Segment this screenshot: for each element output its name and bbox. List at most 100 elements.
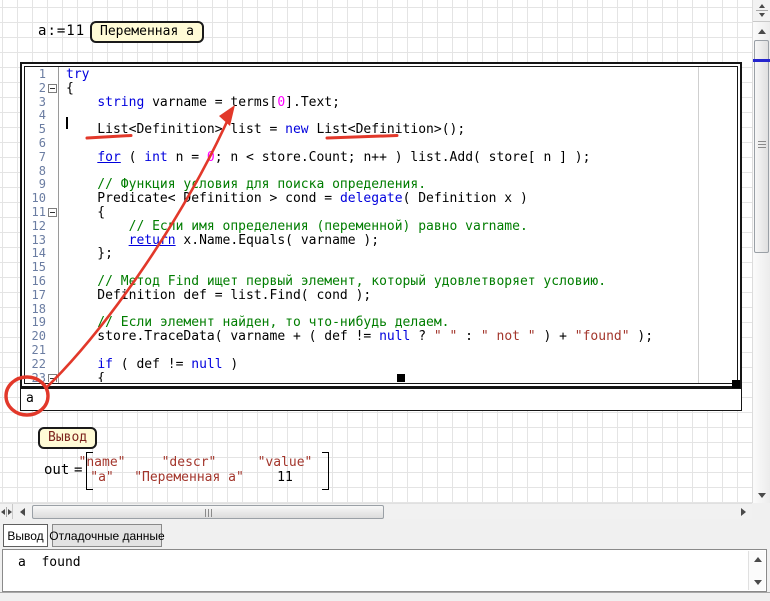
code-line[interactable]: 19 // Если элемент найден, то что-нибудь… bbox=[25, 316, 736, 330]
matrix-rows: "name""descr""value""a""Переменная a"11 bbox=[78, 455, 318, 485]
tab-debug-data[interactable]: Отладочные данные bbox=[52, 524, 162, 547]
code-line[interactable]: 14 }; bbox=[25, 247, 736, 261]
code-line[interactable]: 10 Predicate< Definition > cond = delega… bbox=[25, 192, 736, 206]
matrix-cell: "value" bbox=[252, 455, 318, 470]
scroll-down-icon bbox=[758, 493, 766, 498]
code-line[interactable]: 17 Definition def = list.Find( cond ); bbox=[25, 289, 736, 303]
code-line[interactable]: 16 // Метод Find ищет первый элемент, ко… bbox=[25, 275, 736, 289]
definition-value: 11 bbox=[66, 23, 85, 39]
thumb-grip-icon bbox=[758, 141, 766, 149]
code-line[interactable]: 22 if ( def != null ) bbox=[25, 358, 736, 372]
worksheet-canvas[interactable]: a:=11 Переменная a 1try2{3 string varnam… bbox=[0, 0, 752, 503]
scroll-down-icon bbox=[754, 580, 762, 585]
code-text: }; bbox=[58, 247, 113, 261]
variable-description-tag[interactable]: Переменная a bbox=[90, 21, 204, 43]
fold-column bbox=[46, 275, 58, 289]
code-text: // Если имя определения (переменной) рав… bbox=[58, 220, 528, 234]
console-scrollbar[interactable] bbox=[748, 551, 765, 590]
code-line[interactable]: 12 // Если имя определения (переменной) … bbox=[25, 220, 736, 234]
fold-column bbox=[46, 358, 58, 372]
scroll-up-button[interactable] bbox=[753, 23, 770, 39]
horizontal-scrollbar[interactable] bbox=[0, 503, 752, 519]
line-number: 4 bbox=[25, 109, 46, 123]
code-line[interactable]: 6 bbox=[25, 137, 736, 151]
code-line[interactable]: 5 List<Definition> list = new List<Defin… bbox=[25, 123, 736, 137]
console-text: a found bbox=[18, 555, 81, 570]
scrollbar-splitter-button[interactable] bbox=[753, 0, 770, 22]
code-text: if ( def != null ) bbox=[58, 358, 238, 372]
console-scroll-up-button[interactable] bbox=[749, 551, 766, 567]
code-line[interactable]: 15 bbox=[25, 261, 736, 275]
fold-column bbox=[46, 289, 58, 303]
line-number: 1 bbox=[25, 68, 46, 82]
matrix-cell: "descr" bbox=[126, 455, 252, 470]
matrix-cell: "a" bbox=[78, 470, 126, 485]
code-line[interactable]: 2{ bbox=[25, 82, 736, 96]
definition-region-a[interactable]: a:=11 bbox=[38, 23, 85, 39]
code-line[interactable]: 9 // Функция условия для поиска определе… bbox=[25, 178, 736, 192]
code-line[interactable]: 11 { bbox=[25, 206, 736, 220]
code-text: Definition def = list.Find( cond ); bbox=[58, 289, 371, 303]
line-number: 22 bbox=[25, 358, 46, 372]
code-text: // Метод Find ищет первый элемент, котор… bbox=[58, 275, 606, 289]
code-editor-inner[interactable]: 1try2{3 string varname = terms[0].Text;4… bbox=[24, 66, 738, 384]
code-text: Predicate< Definition > cond = delegate(… bbox=[58, 192, 528, 206]
resize-handle-corner[interactable] bbox=[732, 380, 740, 388]
fold-column bbox=[46, 206, 58, 220]
code-line[interactable]: 4 bbox=[25, 109, 736, 123]
fold-column bbox=[46, 261, 58, 275]
horizontal-scrollbar-thumb[interactable] bbox=[32, 505, 384, 519]
code-line[interactable]: 7 for ( int n = 0; n < store.Count; n++ … bbox=[25, 151, 736, 165]
scroll-up-icon bbox=[754, 557, 762, 562]
code-line[interactable]: 20 store.TraceData( varname + ( def != n… bbox=[25, 330, 736, 344]
code-text: List<Definition> list = new List<Definit… bbox=[58, 123, 465, 137]
line-number: 17 bbox=[25, 289, 46, 303]
code-editor-region[interactable]: 1try2{3 string varname = terms[0].Text;4… bbox=[20, 62, 742, 388]
line-number: 2 bbox=[25, 82, 46, 96]
vertical-scrollbar-thumb[interactable] bbox=[754, 40, 769, 253]
line-number: 3 bbox=[25, 96, 46, 110]
scroll-down-button[interactable] bbox=[753, 487, 770, 503]
line-number: 18 bbox=[25, 303, 46, 317]
fold-minus-icon[interactable] bbox=[48, 84, 57, 93]
code-line[interactable]: 18 bbox=[25, 303, 736, 317]
line-number: 19 bbox=[25, 316, 46, 330]
scroll-left-button[interactable] bbox=[14, 504, 30, 520]
line-number: 6 bbox=[25, 137, 46, 151]
line-number: 13 bbox=[25, 234, 46, 248]
mini-down-icon bbox=[759, 13, 765, 17]
code-line[interactable]: 1try bbox=[25, 68, 736, 82]
code-line[interactable]: 13 return x.Name.Equals( varname ); bbox=[25, 234, 736, 248]
scroll-right-button[interactable] bbox=[736, 504, 751, 520]
vertical-scrollbar[interactable] bbox=[752, 0, 770, 503]
code-text: { bbox=[58, 372, 105, 382]
code-line[interactable]: 3 string varname = terms[0].Text; bbox=[25, 96, 736, 110]
mini-right-icon bbox=[8, 509, 12, 515]
smath-worksheet-window: a:=11 Переменная a 1try2{3 string varnam… bbox=[0, 0, 770, 601]
line-number: 15 bbox=[25, 261, 46, 275]
matrix-cell: 11 bbox=[252, 470, 318, 485]
fold-column bbox=[46, 247, 58, 261]
fold-column bbox=[46, 344, 58, 358]
fold-minus-icon[interactable] bbox=[48, 374, 57, 382]
code-line[interactable]: 21 bbox=[25, 344, 736, 358]
output-matrix-region[interactable]: out = "name""descr""value""a""Переменная… bbox=[40, 450, 335, 492]
status-strip bbox=[0, 592, 770, 601]
scrollbar-corner bbox=[752, 503, 770, 519]
code-line[interactable]: 8 bbox=[25, 165, 736, 179]
resize-handle-bottom[interactable] bbox=[397, 374, 405, 382]
line-number: 12 bbox=[25, 220, 46, 234]
gutter-separator bbox=[58, 67, 59, 383]
line-number: 9 bbox=[25, 178, 46, 192]
output-console[interactable]: a found bbox=[2, 549, 767, 592]
matrix-row: "name""descr""value" bbox=[78, 455, 318, 470]
tab-output[interactable]: Вывод bbox=[3, 524, 48, 547]
console-scroll-down-button[interactable] bbox=[749, 574, 766, 590]
h-scrollbar-splitter-button[interactable] bbox=[0, 504, 13, 520]
output-tag[interactable]: Вывод bbox=[38, 427, 97, 449]
code-lines[interactable]: 1try2{3 string varname = terms[0].Text;4… bbox=[25, 68, 736, 382]
fold-column bbox=[46, 123, 58, 137]
region-parameter-field[interactable]: a bbox=[20, 388, 742, 411]
code-line[interactable]: 23 { bbox=[25, 372, 736, 382]
fold-minus-icon[interactable] bbox=[48, 208, 57, 217]
